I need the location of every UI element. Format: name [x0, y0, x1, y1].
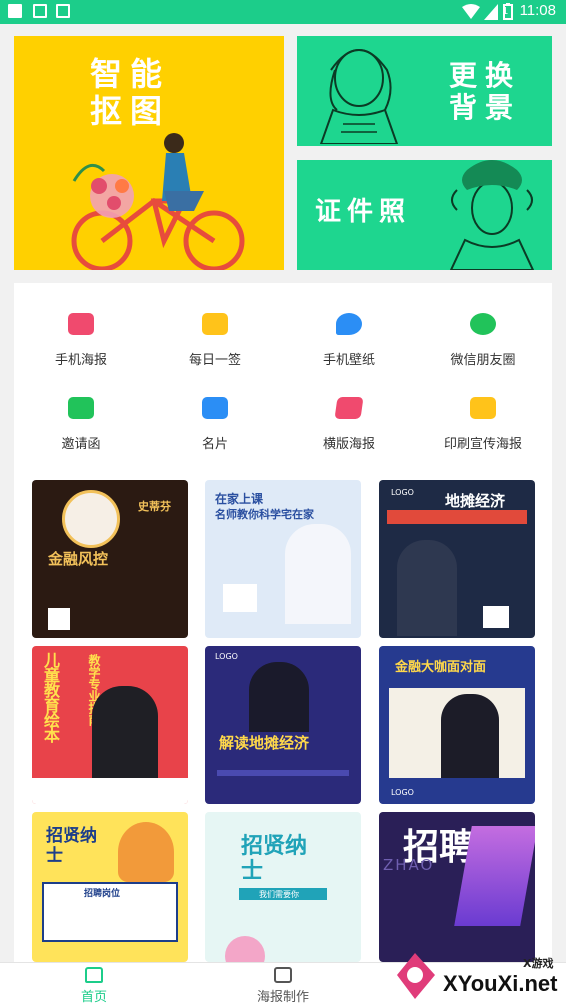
template-card[interactable]: 金融风控 史蒂芬	[32, 480, 188, 638]
template-subtitle: ZHAO	[383, 856, 435, 874]
template-heading: 地摊经济	[445, 492, 506, 510]
wechat-moments-icon	[470, 313, 496, 335]
status-bar: 1 11:08	[0, 0, 566, 24]
daily-sign-icon	[202, 313, 228, 335]
speaker-photo	[441, 694, 499, 778]
template-card[interactable]: 招贤纳士 招聘岗位	[32, 812, 188, 962]
template-heading: 招贤纳士	[46, 826, 97, 867]
template-card[interactable]: 招贤纳士 我们需要你	[205, 812, 361, 962]
template-card[interactable]: LOGO 解读地摊经济	[205, 646, 361, 804]
nav-poster-make[interactable]: 海报制作	[243, 967, 323, 1005]
category-label: 微信朋友圈	[450, 353, 516, 368]
wallpaper-icon	[336, 313, 362, 335]
watermark-small-text: X游戏	[523, 957, 554, 970]
category-label: 横版海报	[322, 437, 375, 452]
template-card[interactable]: 金融大咖面对面 LOGO	[379, 646, 535, 804]
template-heading: 金融风控	[48, 550, 109, 568]
template-card[interactable]: 儿童教育绘本 教学专业指南	[32, 646, 188, 804]
banner-id-photo-title: 证件照	[315, 197, 412, 227]
banner-background-title-2: 背景	[449, 91, 522, 125]
decor-circle	[225, 936, 265, 962]
cyclist-illustration	[71, 133, 245, 270]
category-invitation[interactable]: 邀请函	[14, 397, 148, 452]
qr-code	[223, 584, 257, 612]
business-card-icon	[202, 397, 228, 419]
category-landscape-poster[interactable]: 横版海报	[282, 397, 416, 452]
banner-cutout-title-1: 智能	[90, 55, 171, 93]
category-label: 邀请函	[61, 437, 101, 452]
category-daily-sign[interactable]: 每日一签	[148, 313, 282, 368]
speaker-photo	[397, 540, 457, 636]
template-subtitle: 名师教你科学宅在家	[215, 508, 314, 521]
category-label: 手机壁纸	[322, 353, 375, 368]
template-heading: 招贤纳士	[241, 834, 308, 885]
template-footer	[32, 778, 188, 804]
nav-home-label: 首页	[80, 990, 107, 1005]
category-label: 手机海报	[54, 353, 107, 368]
phone-poster-icon	[68, 313, 94, 335]
template-subtitle: 我们需要你	[259, 890, 299, 899]
gallery-icon	[33, 4, 47, 18]
watermark-text: XYouXi.net	[443, 971, 558, 996]
template-heading: 在家上课	[215, 492, 264, 506]
gamepad-logo-icon	[397, 953, 435, 999]
avatar	[62, 490, 120, 548]
app-icon	[56, 4, 70, 18]
template-heading: 金融大咖面对面	[395, 660, 487, 675]
wifi-icon	[462, 4, 480, 19]
landscape-poster-icon	[334, 397, 364, 419]
category-print-poster[interactable]: 印刷宣传海报	[416, 397, 550, 452]
category-grid: 手机海报 每日一签 手机壁纸 微信朋友圈 邀请函 名片 横版海报 印刷宣传海报	[14, 283, 552, 468]
woman-leaves-illustration	[449, 160, 535, 270]
watermark: X游戏 XYouXi.net	[395, 945, 566, 1008]
signal-icon	[484, 4, 498, 20]
template-heading: 儿童教育绘本	[41, 652, 60, 742]
template-divider	[217, 770, 349, 776]
speaker-photo	[249, 662, 309, 732]
template-card[interactable]: 在家上课 名师教你科学宅在家	[205, 480, 361, 638]
category-wallpaper[interactable]: 手机壁纸	[282, 313, 416, 368]
category-label: 每日一签	[188, 353, 241, 368]
category-business-card[interactable]: 名片	[148, 397, 282, 452]
template-logo: LOGO	[215, 652, 238, 661]
category-phone-poster[interactable]: 手机海报	[14, 313, 148, 368]
banner-id-photo[interactable]: 证件照	[297, 160, 552, 270]
invitation-icon	[68, 397, 94, 419]
banner-smart-cutout[interactable]: 智能 抠图	[14, 36, 284, 270]
template-subtitle: 史蒂芬	[138, 500, 171, 513]
speaker-photo	[92, 686, 158, 786]
battery-level: 1	[502, 6, 508, 17]
template-card[interactable]: 招聘 ZHAO	[379, 812, 535, 962]
qr-code	[48, 608, 70, 630]
category-label: 名片	[201, 437, 228, 452]
template-heading: 解读地摊经济	[219, 734, 310, 752]
portrait-sketch-illustration	[319, 49, 399, 144]
banner-change-background[interactable]: 更换 背景	[297, 36, 552, 146]
template-card[interactable]: LOGO 地摊经济	[379, 480, 535, 638]
category-wechat-moments[interactable]: 微信朋友圈	[416, 313, 550, 368]
nav-poster-make-label: 海报制作	[256, 990, 309, 1005]
status-time: 11:08	[519, 2, 556, 19]
qr-code	[483, 606, 509, 628]
teacher-photo	[285, 524, 351, 624]
notification-icon	[8, 4, 22, 18]
category-label: 印刷宣传海报	[443, 437, 522, 452]
poster-make-icon	[274, 967, 292, 983]
template-subtitle: 招聘岗位	[84, 889, 121, 899]
home-icon	[85, 967, 103, 983]
nav-home[interactable]: 首页	[54, 967, 134, 1005]
template-logo: LOGO	[391, 488, 414, 497]
template-ribbon	[387, 510, 527, 524]
banner-background-title-1: 更换	[449, 59, 522, 92]
banner-cutout-title-2: 抠图	[90, 91, 171, 130]
template-logo: LOGO	[391, 788, 414, 797]
print-poster-icon	[470, 397, 496, 419]
cartoon-illustration	[118, 822, 174, 882]
